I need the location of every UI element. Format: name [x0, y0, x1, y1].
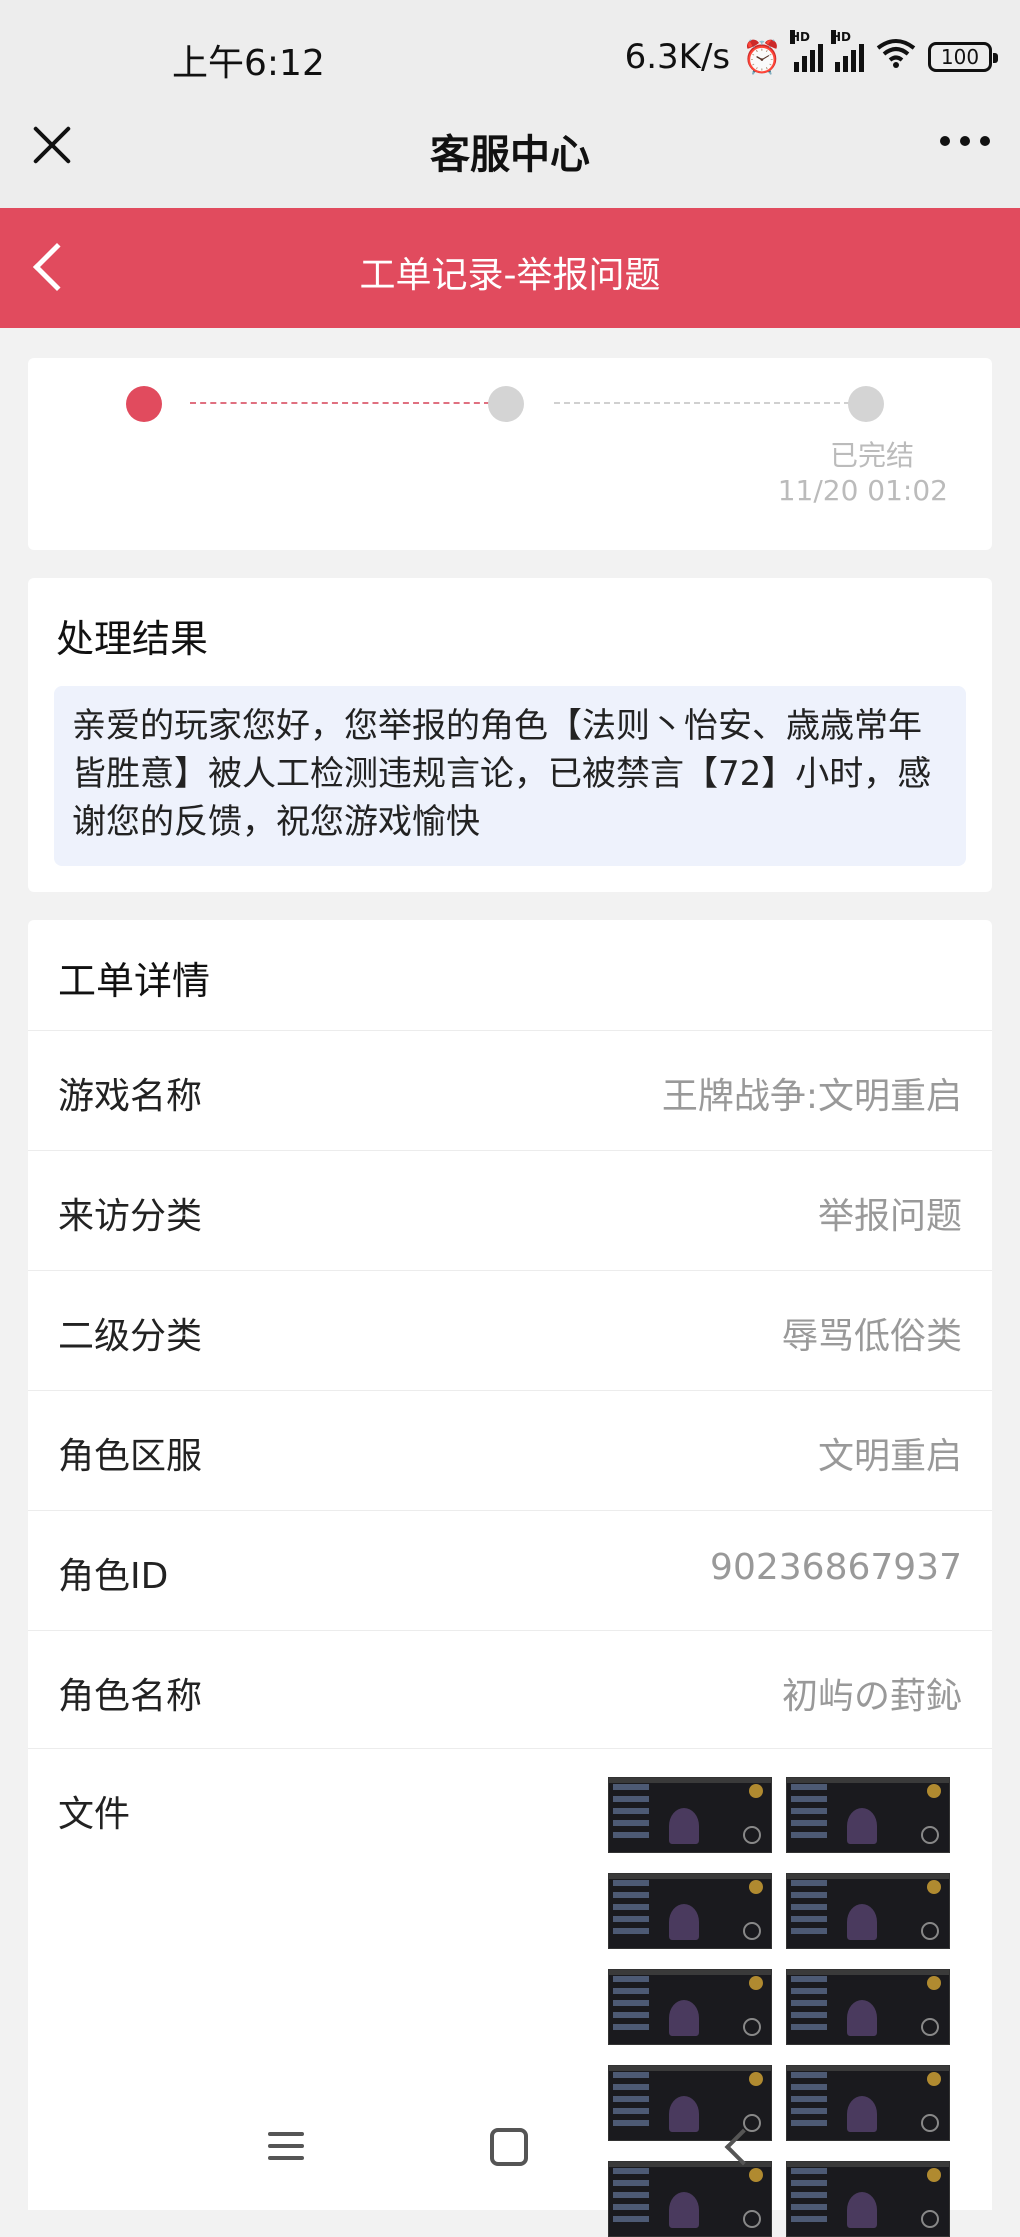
- detail-row-role-id: 角色ID 90236867937: [28, 1510, 992, 1630]
- file-thumbnail[interactable]: [786, 1777, 950, 1853]
- hd-label: HD: [790, 30, 811, 44]
- row-label: 文件: [58, 1794, 131, 1835]
- detail-row-category: 来访分类 举报问题: [28, 1150, 992, 1270]
- more-icon[interactable]: [940, 136, 990, 146]
- menu-icon[interactable]: [268, 2132, 304, 2168]
- file-thumbnail[interactable]: [608, 1873, 772, 1949]
- row-label: 游戏名称: [58, 1076, 203, 1117]
- detail-row-server: 角色区服 文明重启: [28, 1390, 992, 1510]
- row-label: 二级分类: [58, 1316, 203, 1357]
- progress-card: 已完结 11/20 01:02: [28, 358, 992, 550]
- row-label: 来访分类: [58, 1196, 203, 1237]
- top-nav: 客服中心: [0, 86, 1020, 208]
- detail-card: 工单详情 游戏名称 王牌战争:文明重启 来访分类 举报问题 二级分类 辱骂低俗类…: [28, 920, 992, 2237]
- detail-row-role-name: 角色名称 初屿の葑鈊: [28, 1630, 992, 1750]
- status-icons: 6.3K/s ⏰ HD HD 100: [624, 30, 998, 80]
- wifi-icon: [876, 37, 916, 77]
- row-value: 90236867937: [710, 1547, 962, 1588]
- signal-icon: HD: [790, 30, 823, 72]
- row-value: 辱骂低俗类: [781, 1316, 962, 1357]
- file-thumbnail[interactable]: [786, 1969, 950, 2045]
- row-value: 文明重启: [817, 1436, 962, 1477]
- step-dot-active: [126, 386, 162, 422]
- file-thumbnail[interactable]: [608, 1969, 772, 2045]
- page-header: 工单记录-举报问题: [0, 208, 1020, 328]
- system-nav-bar: [0, 2110, 1020, 2210]
- signal-icon-2: HD: [831, 30, 864, 72]
- step-line: [554, 402, 850, 404]
- result-card: 处理结果 亲爱的玩家您好，您举报的角色【法则丶怡安、歳歳常年皆胜意】被人工检测违…: [28, 578, 992, 892]
- status-time: 上午6:12: [172, 43, 325, 84]
- detail-row-game-name: 游戏名称 王牌战争:文明重启: [28, 1030, 992, 1150]
- detail-row-subcategory: 二级分类 辱骂低俗类: [28, 1270, 992, 1390]
- alarm-icon: ⏰: [742, 38, 782, 76]
- detail-title: 工单详情: [58, 959, 211, 1003]
- nav-title: 客服中心: [430, 132, 590, 178]
- step-dot-final: [848, 386, 884, 422]
- file-thumbnail[interactable]: [786, 1873, 950, 1949]
- hd-label-2: HD: [831, 30, 852, 44]
- page-title: 工单记录-举报问题: [359, 255, 661, 296]
- row-value: 王牌战争:文明重启: [661, 1076, 962, 1117]
- net-speed: 6.3K/s: [624, 37, 731, 77]
- result-message: 亲爱的玩家您好，您举报的角色【法则丶怡安、歳歳常年皆胜意】被人工检测违规言论，已…: [54, 686, 966, 866]
- row-label: 角色区服: [58, 1436, 203, 1477]
- system-back-icon[interactable]: [724, 2128, 762, 2166]
- home-icon[interactable]: [490, 2128, 528, 2166]
- step-status-time: 11/20 01:02: [777, 474, 948, 507]
- battery-icon: 100: [928, 42, 998, 72]
- row-label: 角色名称: [58, 1676, 203, 1717]
- step-dot: [488, 386, 524, 422]
- result-title: 处理结果: [56, 617, 209, 661]
- row-value: 举报问题: [817, 1196, 962, 1237]
- row-value: 初屿の葑鈊: [781, 1676, 962, 1717]
- file-thumbnail[interactable]: [608, 1777, 772, 1853]
- step-line-active: [190, 402, 490, 404]
- step-status-label: 已完结: [829, 439, 914, 472]
- row-label: 角色ID: [58, 1556, 169, 1597]
